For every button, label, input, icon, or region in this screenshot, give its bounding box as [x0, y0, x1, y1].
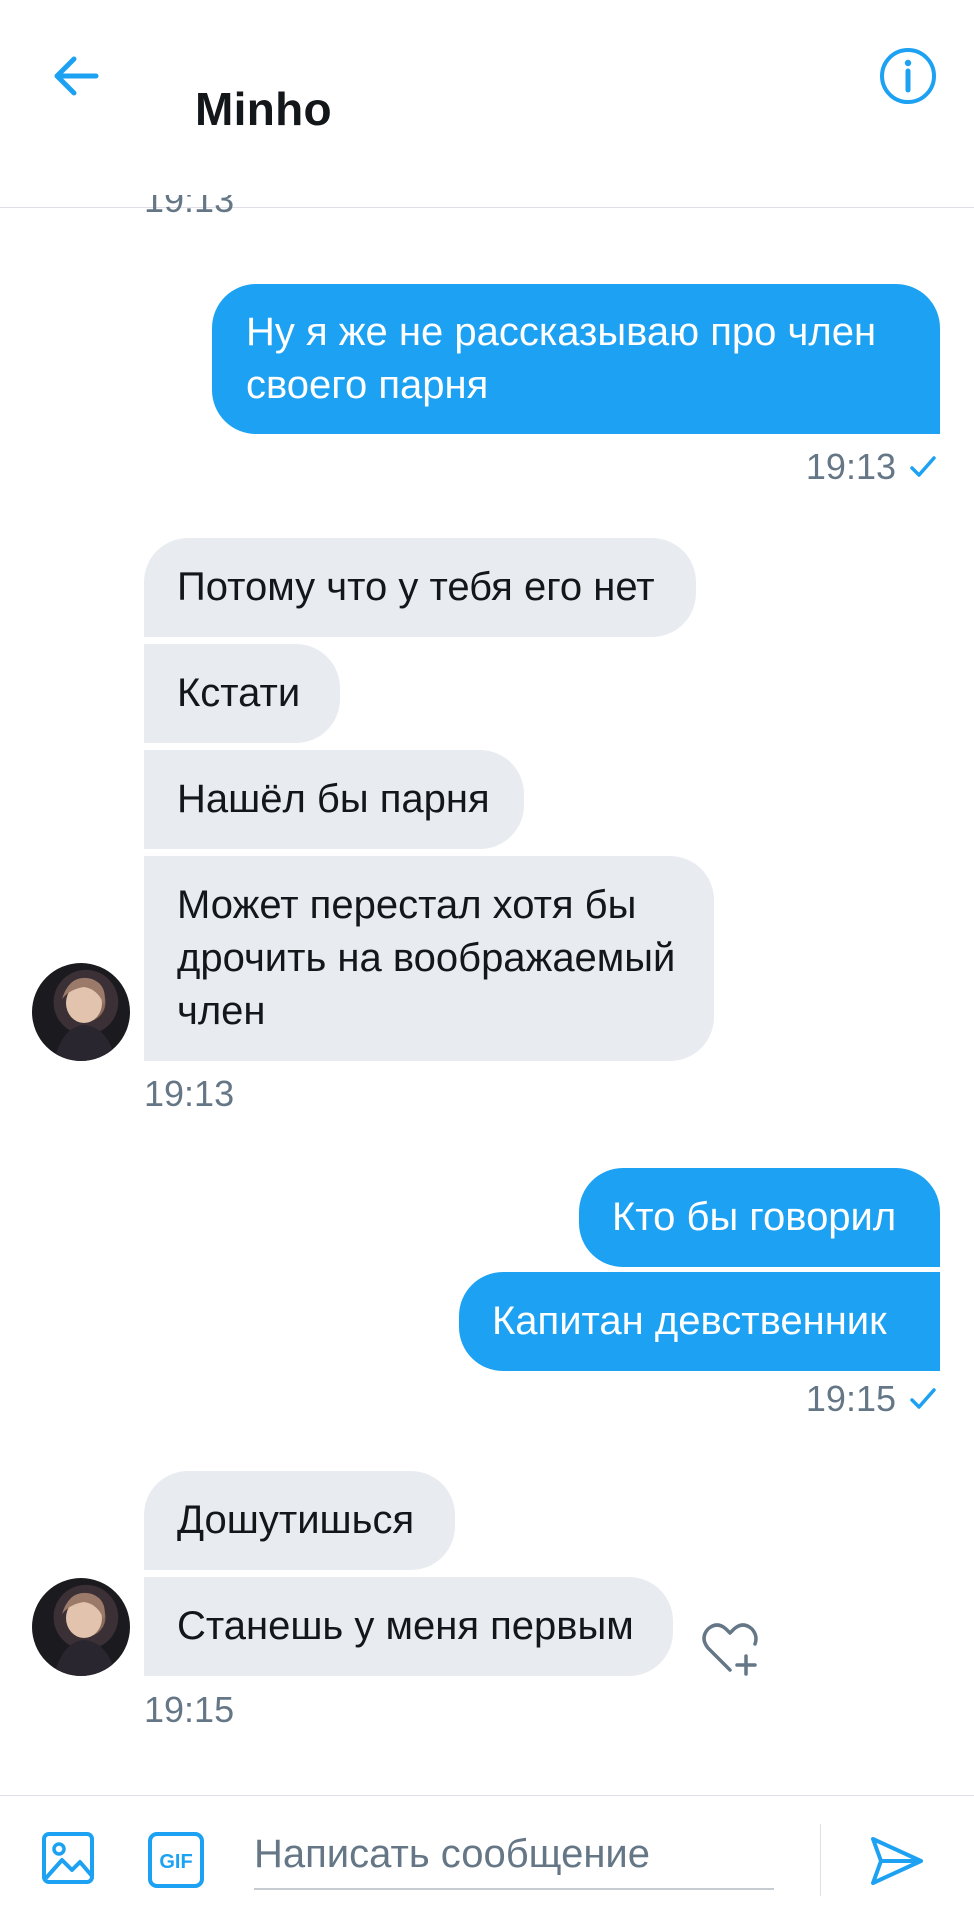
back-arrow-icon [54, 56, 99, 96]
incoming-message[interactable]: Станешь у меня первым [144, 1577, 673, 1676]
incoming-message[interactable]: Потому что у тебя его нет [144, 538, 696, 637]
outgoing-message[interactable]: Кто бы говорил [579, 1168, 940, 1267]
conversation-header: Minho [0, 0, 974, 208]
message-timestamp: 19:15 [144, 1689, 235, 1730]
react-button[interactable] [695, 1613, 765, 1683]
send-icon [871, 1837, 923, 1885]
message-text: Кто бы говорил [612, 1195, 897, 1239]
check-icon [910, 456, 936, 477]
message-text: Ну я же не рассказываю про член своего п… [246, 310, 877, 407]
gif-icon: GIF [148, 1832, 204, 1888]
back-button[interactable] [44, 44, 108, 108]
info-button[interactable] [876, 44, 940, 108]
outgoing-message[interactable]: Капитан девственник [459, 1272, 940, 1371]
message-text: Может перестал хотя бы дрочить на вообра… [177, 883, 676, 1033]
message-input[interactable] [254, 1820, 774, 1890]
outgoing-message[interactable]: Ну я же не рассказываю про член своего п… [212, 284, 940, 434]
incoming-message[interactable]: Нашёл бы парня [144, 750, 524, 849]
info-icon [880, 48, 936, 104]
add-image-button[interactable] [38, 1828, 98, 1888]
message-timestamp: 19:13 [806, 446, 938, 488]
incoming-message[interactable]: Может перестал хотя бы дрочить на вообра… [144, 856, 714, 1061]
heart-plus-icon [702, 1623, 758, 1676]
avatar-image [54, 1592, 116, 1676]
message-text: Нашёл бы парня [177, 777, 490, 821]
composer-divider [820, 1824, 821, 1896]
conversation-title[interactable]: Minho [195, 82, 332, 136]
send-button[interactable] [862, 1826, 932, 1896]
check-icon [910, 1388, 936, 1409]
message-text: Потому что у тебя его нет [177, 565, 655, 609]
avatar[interactable] [32, 1578, 130, 1676]
message-timestamp: 19:15 [806, 1378, 938, 1420]
message-text: Кстати [177, 671, 301, 715]
message-text: Дошутишься [177, 1498, 415, 1542]
svg-text:GIF: GIF [159, 1851, 192, 1873]
incoming-message[interactable]: Кстати [144, 644, 340, 743]
message-text: Станешь у меня первым [177, 1604, 634, 1648]
timestamp-partial: 19:13 [144, 195, 235, 220]
add-gif-button[interactable]: GIF [146, 1830, 206, 1890]
message-composer: GIF [0, 1795, 974, 1920]
image-icon [42, 1832, 94, 1884]
incoming-message[interactable]: Дошутишься [144, 1471, 455, 1570]
message-text: Капитан девственник [492, 1299, 887, 1343]
message-timestamp: 19:13 [144, 1073, 235, 1114]
avatar[interactable] [32, 963, 130, 1061]
avatar-image [54, 977, 116, 1061]
